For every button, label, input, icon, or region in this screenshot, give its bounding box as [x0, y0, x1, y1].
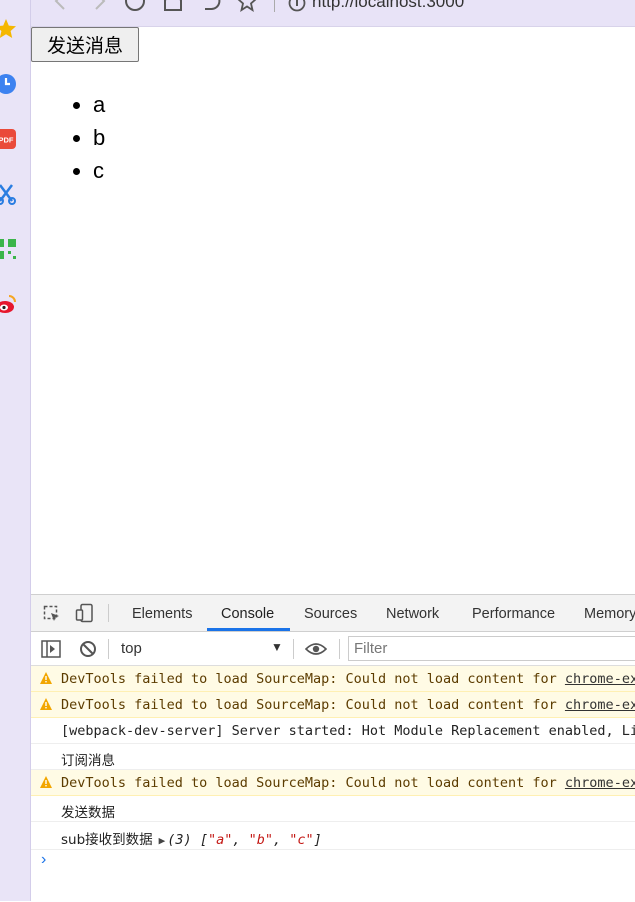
list-item: b [93, 121, 105, 154]
sourcemap-link[interactable]: chrome-extension [565, 697, 635, 713]
warning-icon [40, 776, 52, 788]
warning-icon [40, 672, 52, 684]
browser-toolbar: http://localhost:3000 [0, 0, 635, 27]
weibo-icon[interactable] [0, 292, 18, 316]
tab-console[interactable]: Console [221, 595, 274, 631]
tab-performance[interactable]: Performance [472, 595, 555, 631]
live-expression-eye-icon[interactable] [305, 641, 327, 657]
info-icon[interactable] [288, 0, 306, 12]
list-item: a [93, 88, 105, 121]
console-log: 订阅消息 [31, 744, 635, 770]
tab-elements[interactable]: Elements [132, 595, 192, 631]
warning-text: DevTools failed to load SourceMap: Could… [61, 697, 565, 713]
chevron-down-icon[interactable]: ▼ [271, 640, 283, 654]
qr-code-icon[interactable] [0, 237, 18, 261]
warning-icon [40, 698, 52, 710]
send-message-button[interactable]: 发送消息 [31, 27, 139, 62]
console-log: [webpack-dev-server] Server started: Hot… [31, 718, 635, 744]
home-icon[interactable] [162, 0, 184, 12]
array-count: (3) [167, 832, 192, 848]
inspect-element-icon[interactable] [43, 605, 61, 623]
data-list: a b c [60, 88, 105, 187]
warning-text: DevTools failed to load SourceMap: Could… [61, 775, 565, 791]
history-clock-icon[interactable] [0, 72, 18, 96]
console-log: 发送数据 [31, 796, 635, 822]
toolbar-separator [339, 639, 340, 659]
console-output: DevTools failed to load SourceMap: Could… [31, 666, 635, 868]
device-toolbar-icon[interactable] [75, 603, 95, 623]
console-warning: DevTools failed to load SourceMap: Could… [31, 692, 635, 718]
devtools-panel: Elements Console Sources Network Perform… [31, 594, 635, 902]
address-bar-url[interactable]: http://localhost:3000 [312, 0, 464, 12]
tab-memory[interactable]: Memory [584, 595, 635, 631]
clear-console-icon[interactable] [79, 640, 97, 658]
pdf-icon[interactable]: PDF [0, 127, 18, 151]
log-text: 订阅消息 [61, 753, 115, 769]
console-warning: DevTools failed to load SourceMap: Could… [31, 770, 635, 796]
favorites-star-icon[interactable] [0, 17, 18, 41]
array-preview[interactable]: (3) ["a", "b", "c"] [167, 832, 322, 848]
sidebar-toggle-icon[interactable] [41, 640, 61, 658]
toolbar-separator [108, 639, 109, 659]
reload-icon[interactable] [124, 0, 146, 12]
tab-sources[interactable]: Sources [304, 595, 357, 631]
tab-separator [108, 604, 109, 622]
console-prompt[interactable]: › [41, 851, 46, 869]
devtools-tab-bar: Elements Console Sources Network Perform… [31, 595, 635, 632]
toolbar-separator [293, 639, 294, 659]
browser-sidebar: PDF [0, 0, 31, 901]
warning-text: DevTools failed to load SourceMap: Could… [61, 671, 565, 687]
svg-text:PDF: PDF [0, 136, 14, 145]
expand-triangle-icon[interactable]: ▶ [159, 834, 166, 847]
sourcemap-link[interactable]: chrome-extension [565, 775, 635, 791]
console-warning: DevTools failed to load SourceMap: Could… [31, 666, 635, 692]
list-item: c [93, 154, 105, 187]
array-value: "b" [248, 832, 273, 848]
console-toolbar: top ▼ [31, 632, 635, 666]
sourcemap-link[interactable]: chrome-extension [565, 671, 635, 687]
back-icon[interactable] [50, 0, 72, 12]
scissors-icon[interactable] [0, 182, 18, 206]
console-log: sub接收到数据 ▶ (3) ["a", "b", "c"] [31, 822, 635, 850]
log-label: sub接收到数据 [61, 832, 153, 848]
log-text: 发送数据 [61, 805, 115, 821]
array-value: "c" [289, 832, 314, 848]
active-tab-indicator [207, 628, 290, 631]
undo-icon[interactable] [200, 0, 222, 12]
filter-input[interactable] [348, 636, 635, 661]
context-selector[interactable]: top [121, 640, 142, 657]
toolbar-separator [274, 0, 275, 12]
forward-icon[interactable] [88, 0, 110, 12]
tab-network[interactable]: Network [386, 595, 439, 631]
star-icon[interactable] [236, 0, 258, 12]
log-text: [webpack-dev-server] Server started: Hot… [61, 723, 635, 739]
array-value: "a" [207, 832, 233, 848]
